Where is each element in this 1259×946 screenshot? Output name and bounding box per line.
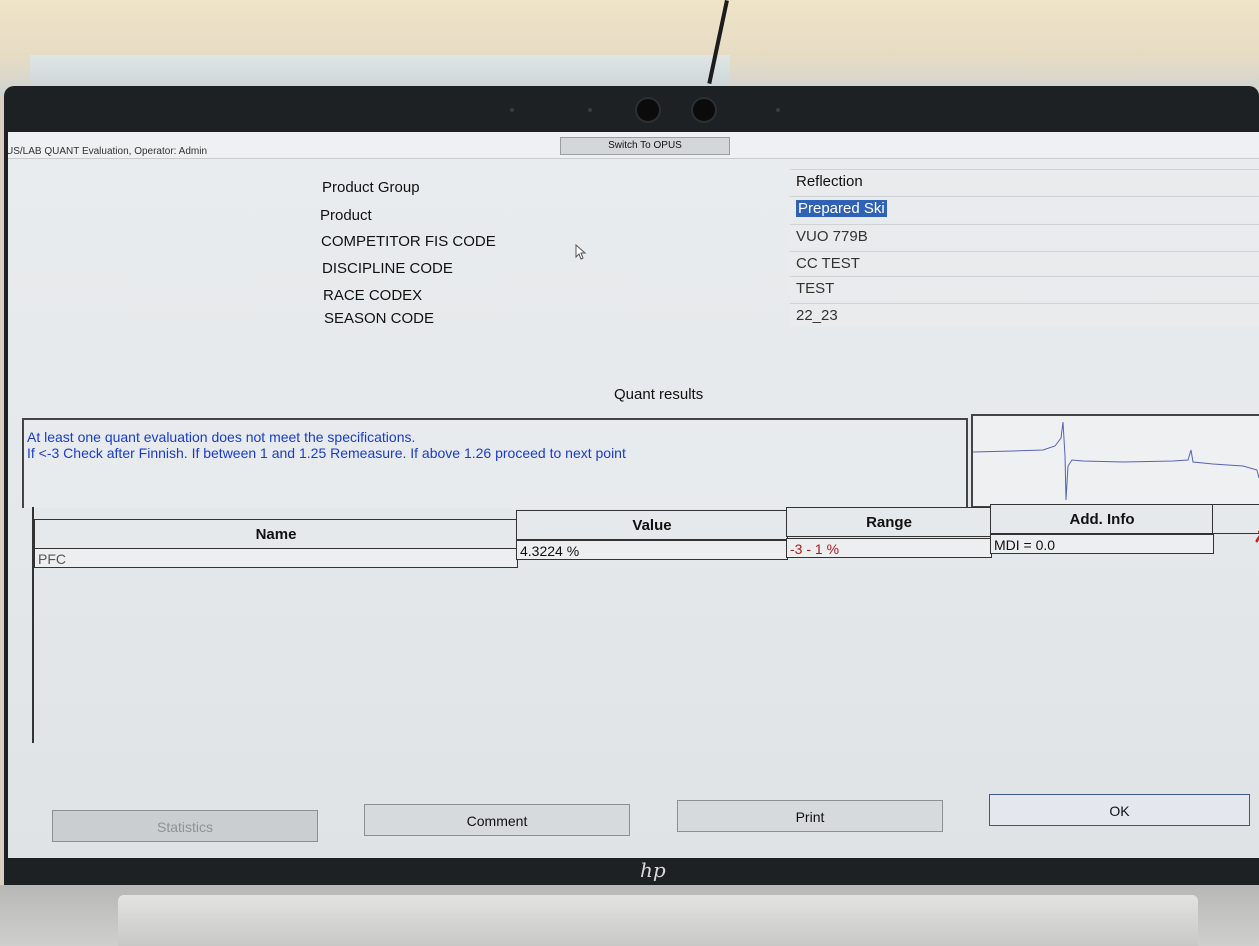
season-code-field[interactable]: 22_23	[790, 303, 1259, 327]
bezel-sensor	[588, 108, 592, 112]
window-title: US/LAB QUANT Evaluation, Operator: Admin	[8, 146, 208, 157]
table-cell-range[interactable]: -3 - 1 %	[786, 538, 992, 558]
quant-message-line1: At least one quant evaluation does not m…	[27, 429, 416, 445]
spectrum-preview	[971, 414, 1259, 508]
season-code-value: 22_23	[796, 307, 838, 324]
title-bar: US/LAB QUANT Evaluation, Operator: Admin…	[8, 132, 1259, 159]
quant-results-table: Name Value Range Add. Info PFC 4.3224 % …	[32, 504, 1259, 743]
hp-logo: hp	[640, 858, 666, 882]
fail-x-icon: ✗	[1254, 527, 1259, 547]
discipline-code-value: CC TEST	[796, 255, 860, 272]
spectrum-line	[972, 421, 1259, 501]
product-group-field[interactable]: Reflection	[790, 169, 1259, 193]
label-race-codex: RACE CODEX	[323, 287, 423, 304]
comment-button[interactable]: Comment	[364, 804, 630, 836]
switch-to-opus-button[interactable]: Switch To OPUS	[560, 137, 730, 155]
table-cell-name[interactable]: PFC	[34, 548, 518, 568]
webcam-shutter-icon	[635, 97, 661, 123]
competitor-fis-code-value: VUO 779B	[796, 228, 868, 245]
quant-message-box: At least one quant evaluation does not m…	[22, 418, 968, 508]
quant-message-line2: If <-3 Check after Finnish. If between 1…	[27, 445, 626, 461]
discipline-code-field[interactable]: CC TEST	[790, 251, 1259, 275]
column-header-range[interactable]: Range	[786, 507, 992, 537]
bezel-sensor	[776, 108, 780, 112]
table-cell-add-info[interactable]: MDI = 0.0	[990, 534, 1214, 554]
product-field[interactable]: Prepared Ski	[790, 196, 1259, 220]
competitor-fis-code-field[interactable]: VUO 779B	[790, 224, 1259, 248]
statistics-button[interactable]: Statistics	[52, 810, 318, 842]
race-codex-field[interactable]: TEST	[790, 276, 1259, 300]
column-header-status	[1212, 504, 1259, 534]
label-season-code: SEASON CODE	[324, 310, 435, 327]
label-discipline-code: DISCIPLINE CODE	[322, 260, 453, 277]
bezel-sensor	[510, 108, 514, 112]
label-product-group: Product Group	[322, 179, 420, 196]
table-cell-value[interactable]: 4.3224 %	[516, 540, 788, 560]
product-group-value: Reflection	[796, 173, 863, 190]
mouse-pointer-icon	[575, 243, 587, 263]
quant-results-title: Quant results	[614, 386, 704, 403]
laptop-base-lip	[118, 895, 1198, 946]
product-value: Prepared Ski	[796, 200, 887, 217]
race-codex-value: TEST	[796, 280, 835, 297]
column-header-add-info[interactable]: Add. Info	[990, 504, 1214, 534]
column-header-name[interactable]: Name	[34, 519, 518, 549]
webcam-lens-icon	[691, 97, 717, 123]
label-competitor-fis-code: COMPETITOR FIS CODE	[321, 233, 496, 250]
column-header-value[interactable]: Value	[516, 510, 788, 540]
label-product: Product	[320, 207, 372, 224]
ok-button[interactable]: OK	[989, 794, 1250, 826]
print-button[interactable]: Print	[677, 800, 943, 832]
app-window: US/LAB QUANT Evaluation, Operator: Admin…	[8, 132, 1259, 858]
